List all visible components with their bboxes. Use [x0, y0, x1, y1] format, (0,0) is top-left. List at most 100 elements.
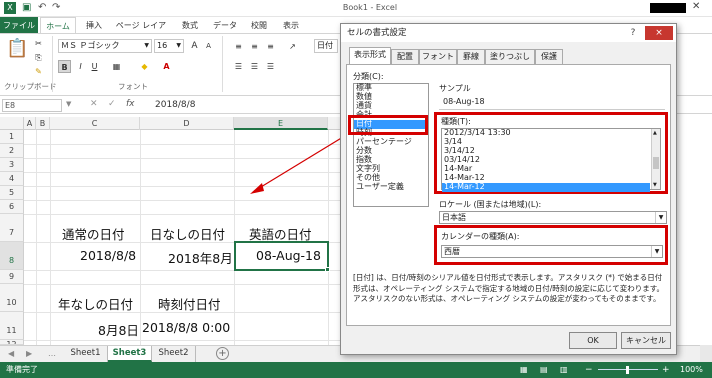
tab-font[interactable]: フォント: [419, 49, 457, 64]
tab-number[interactable]: 表示形式: [349, 47, 391, 64]
tab-formulas[interactable]: 数式: [176, 17, 204, 34]
scroll-right-icon[interactable]: ▶: [26, 349, 32, 358]
cancel-entry-icon[interactable]: ✕: [90, 99, 98, 109]
tab-page-layout[interactable]: ページ レイアウト: [112, 17, 170, 47]
align-bottom-icon[interactable]: ≡: [264, 40, 277, 53]
sheet-tab-active[interactable]: Sheet3: [108, 346, 152, 362]
column-header[interactable]: D: [140, 117, 234, 130]
fill-color-icon[interactable]: ◆: [138, 60, 151, 73]
scroll-down-icon[interactable]: ▼: [653, 181, 657, 190]
align-middle-icon[interactable]: ≡: [248, 40, 261, 53]
decrease-font-icon[interactable]: A: [202, 40, 215, 53]
row-header[interactable]: 6: [0, 200, 24, 214]
row-header[interactable]: 7: [0, 214, 24, 242]
tab-fill[interactable]: 塗りつぶし: [485, 49, 535, 64]
tab-home[interactable]: ホーム: [40, 17, 76, 34]
row-header[interactable]: 1: [0, 130, 24, 144]
tab-protection[interactable]: 保護: [535, 49, 563, 64]
list-item[interactable]: ユーザー定義: [354, 182, 428, 192]
close-icon[interactable]: ×: [645, 26, 673, 40]
more-sheets-icon[interactable]: …: [48, 349, 56, 358]
cell-c11[interactable]: 8月8日: [98, 320, 139, 339]
align-right-icon[interactable]: ☰: [264, 60, 277, 73]
tab-file[interactable]: ファイル: [0, 17, 38, 34]
row-header[interactable]: 3: [0, 158, 24, 172]
help-icon[interactable]: ?: [627, 27, 639, 39]
underline-button[interactable]: U: [88, 60, 101, 73]
tab-data[interactable]: データ: [210, 17, 240, 34]
border-icon[interactable]: ▦: [110, 60, 123, 73]
copy-icon[interactable]: ⎘: [32, 51, 45, 64]
row-header[interactable]: 2: [0, 144, 24, 158]
undo-icon[interactable]: ↶: [38, 2, 50, 14]
type-list-scrollbar[interactable]: ▲ ▼: [651, 129, 660, 189]
scroll-up-icon[interactable]: ▲: [653, 129, 657, 138]
type-list[interactable]: 2012/3/14 13:30 3/14 3/14/12 03/14/12 14…: [441, 128, 661, 192]
tab-alignment[interactable]: 配置: [391, 49, 419, 64]
redo-icon[interactable]: ↷: [52, 2, 64, 14]
tab-insert[interactable]: 挿入: [80, 17, 108, 34]
list-item[interactable]: 03/14/12: [442, 155, 660, 165]
align-top-icon[interactable]: ≡: [232, 40, 245, 53]
horizontal-scrollbar[interactable]: [700, 345, 712, 362]
add-sheet-icon[interactable]: +: [216, 347, 229, 360]
select-all-corner[interactable]: [0, 117, 24, 130]
cancel-button[interactable]: キャンセル: [621, 332, 671, 349]
fill-handle[interactable]: [325, 267, 330, 272]
calendar-select[interactable]: 西暦 ▼: [441, 245, 663, 258]
locale-select[interactable]: 日本語 ▼: [439, 211, 667, 224]
tab-review[interactable]: 校閲: [246, 17, 272, 34]
confirm-entry-icon[interactable]: ✓: [108, 99, 116, 109]
align-center-icon[interactable]: ☰: [248, 60, 261, 73]
cell-e8[interactable]: 08-Aug-18: [256, 248, 321, 263]
italic-button[interactable]: I: [74, 60, 87, 73]
zoom-out-icon[interactable]: −: [585, 362, 593, 378]
paste-icon[interactable]: 📋: [6, 38, 28, 68]
cell-c8[interactable]: 2018/8/8: [80, 248, 136, 263]
row-header[interactable]: 11: [0, 312, 24, 340]
category-list[interactable]: 標準 数値 通貨 会計 日付 時刻 パーセンテージ 分数 指数 文字列 その他 …: [353, 83, 429, 207]
cell-c10[interactable]: 年なしの日付: [58, 294, 133, 313]
bold-button[interactable]: B: [58, 60, 71, 73]
font-size-select[interactable]: 16 ▼: [154, 39, 184, 53]
cell-d8[interactable]: 2018年8月: [168, 248, 233, 267]
row-header[interactable]: 4: [0, 172, 24, 186]
view-pagebreak-icon[interactable]: ▥: [560, 362, 568, 378]
save-icon[interactable]: ▣: [22, 2, 34, 14]
format-painter-icon[interactable]: ✎: [32, 65, 45, 78]
view-layout-icon[interactable]: ▤: [540, 362, 548, 378]
cell-d7[interactable]: 日なしの日付: [150, 224, 225, 243]
row-header[interactable]: 8: [0, 242, 24, 270]
zoom-in-icon[interactable]: +: [662, 362, 670, 378]
ok-button[interactable]: OK: [569, 332, 617, 349]
tab-border[interactable]: 罫線: [457, 49, 485, 64]
scroll-left-icon[interactable]: ◀: [8, 349, 14, 358]
column-header[interactable]: B: [36, 117, 50, 130]
orientation-icon[interactable]: ↗: [286, 40, 299, 53]
font-color-icon[interactable]: A: [160, 60, 173, 73]
list-item-selected[interactable]: 14-Mar-12: [442, 182, 650, 192]
sheet-tab[interactable]: Sheet1: [64, 346, 108, 362]
cell-c7[interactable]: 通常の日付: [62, 224, 125, 243]
close-window-icon[interactable]: ✕: [692, 1, 700, 12]
row-header[interactable]: 9: [0, 270, 24, 284]
formula-input[interactable]: 2018/8/8: [155, 100, 195, 110]
scroll-thumb[interactable]: [653, 157, 659, 169]
cell-d11[interactable]: 2018/8/8 0:00: [142, 320, 230, 335]
column-header[interactable]: C: [50, 117, 140, 130]
increase-font-icon[interactable]: A: [188, 40, 201, 53]
zoom-slider-thumb[interactable]: [626, 366, 629, 374]
function-icon[interactable]: fx: [126, 99, 135, 109]
cell-d10[interactable]: 時刻付日付: [158, 294, 221, 313]
row-header[interactable]: 5: [0, 186, 24, 200]
list-item[interactable]: 2012/3/14 13:30: [442, 128, 660, 138]
column-header[interactable]: A: [24, 117, 36, 130]
tab-view[interactable]: 表示: [278, 17, 304, 34]
number-format-select[interactable]: 日付: [314, 39, 338, 53]
view-normal-icon[interactable]: ▦: [520, 362, 528, 378]
name-box[interactable]: E8: [2, 99, 62, 112]
align-left-icon[interactable]: ☰: [232, 60, 245, 73]
name-box-dropdown-icon[interactable]: ▼: [66, 100, 71, 108]
cut-icon[interactable]: ✂: [32, 37, 45, 50]
font-name-select[interactable]: ＭＳ Ｐゴシック ▼: [58, 39, 152, 53]
